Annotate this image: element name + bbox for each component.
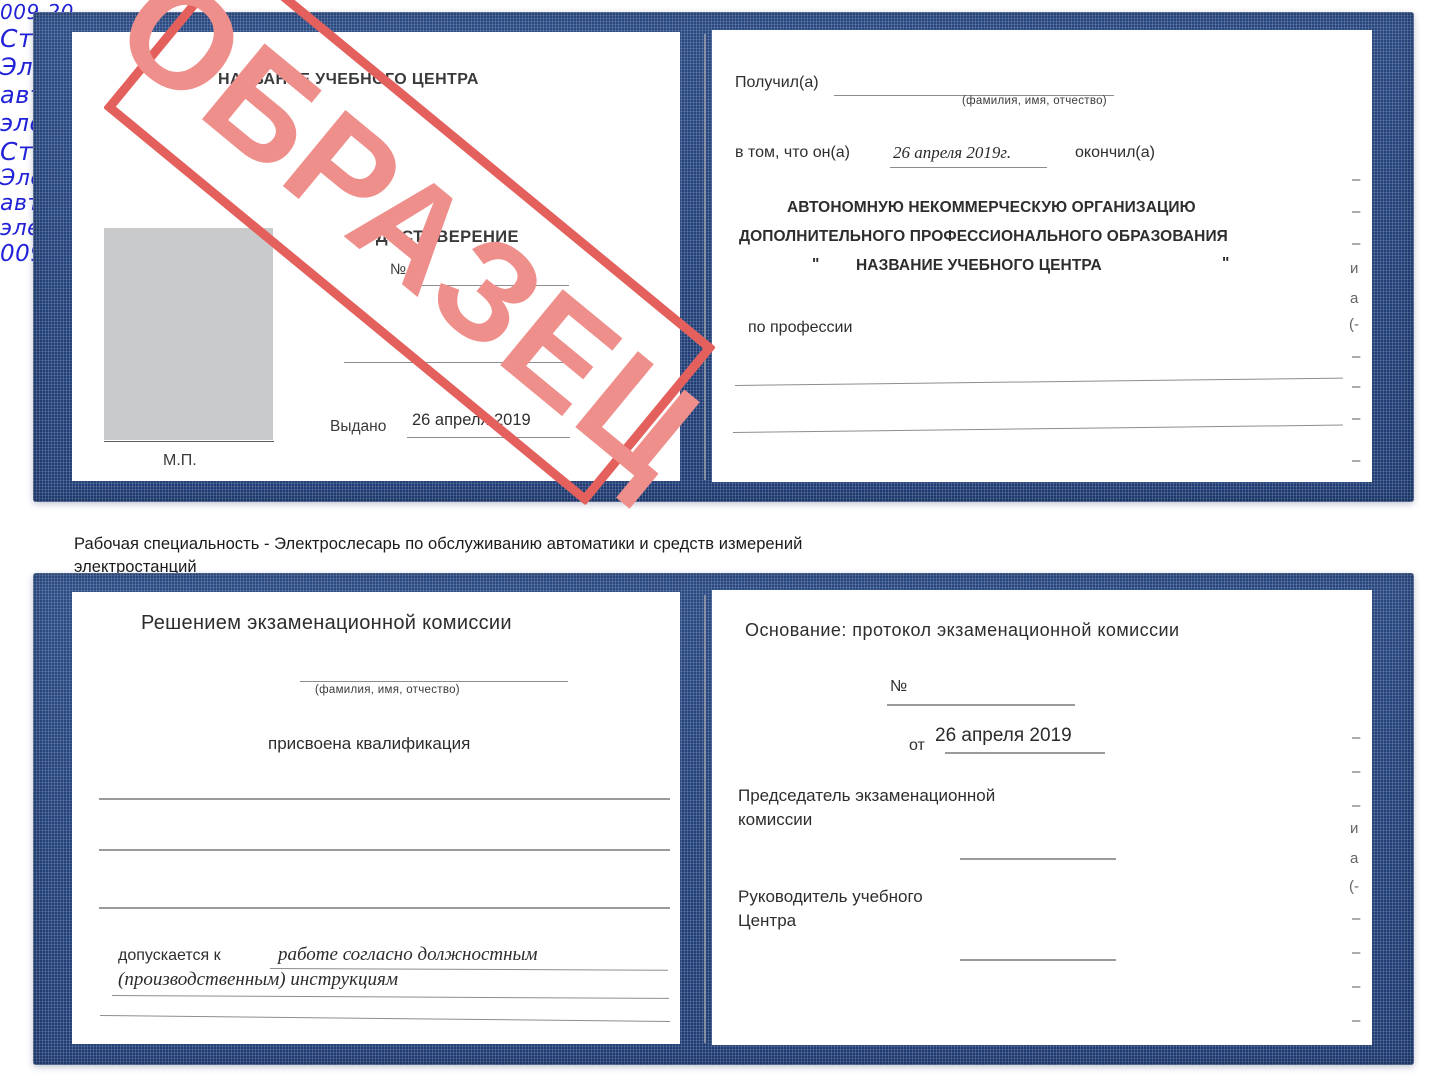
top-margin-mark-1: – <box>1352 171 1361 188</box>
top-margin-mark-8: – <box>1352 378 1361 395</box>
bottom-margin-mark-9: – <box>1352 978 1361 995</box>
top-margin-mark-5: а <box>1350 290 1359 307</box>
bottom-left-qual-rule2 <box>99 849 670 851</box>
bottom-right-chairman-line2: комиссии <box>738 810 813 829</box>
bottom-right-chairman-line1: Председатель экзаменационной <box>738 786 996 805</box>
bottom-left-allowed-label: допускается к <box>118 947 221 964</box>
top-right-inthat-value: 26 апреля 2019г. <box>893 143 1012 162</box>
bottom-right-head-line1: Руководитель учебного <box>738 887 923 906</box>
top-margin-mark-4: и <box>1350 260 1359 277</box>
bottom-left-qual-rule3 <box>99 907 670 909</box>
bottom-margin-mark-5: а <box>1350 850 1359 867</box>
top-left-issued-value: 26 апреля 2019 <box>412 411 531 429</box>
bottom-margin-mark-4: и <box>1350 820 1359 837</box>
bottom-left-qualification-label: присвоена квалификация <box>268 734 471 753</box>
bottom-left-name-rule <box>300 681 568 682</box>
bottom-margin-mark-1: – <box>1352 729 1361 746</box>
bottom-margin-mark-2: – <box>1352 763 1361 780</box>
top-right-received-label: Получил(а) <box>735 74 819 91</box>
top-margin-mark-2: – <box>1352 203 1361 220</box>
bottom-left-allowed-value-1: работе согласно должностным <box>278 944 538 965</box>
bottom-right-head-line2: Центра <box>738 911 797 930</box>
bottom-left-fio-hint: (фамилия, имя, отчество) <box>315 684 460 696</box>
bottom-right-date-rule <box>945 752 1105 754</box>
top-left-issued-label: Выдано <box>330 418 387 435</box>
certificate-top-spine <box>704 34 706 480</box>
bottom-right-date-value: 26 апреля 2019 <box>935 725 1072 746</box>
top-margin-mark-3: – <box>1352 235 1361 252</box>
top-left-doc-type: УДОСТОВЕРЕНИЕ <box>366 228 519 246</box>
bottom-right-chairman-sign-rule <box>960 858 1116 860</box>
top-left-org-title: НАЗВАНИЕ УЧЕБНОГО ЦЕНТРА <box>218 71 479 88</box>
top-margin-mark-6: (- <box>1349 316 1359 333</box>
top-margin-mark-9: – <box>1352 410 1361 427</box>
top-right-org-line1: АВТОНОМНУЮ НЕКОММЕРЧЕСКУЮ ОРГАНИЗАЦИЮ <box>787 199 1196 216</box>
bottom-margin-mark-3: – <box>1352 797 1361 814</box>
top-left-number-label: № <box>390 261 407 278</box>
top-right-org-quote-open: " <box>812 256 820 273</box>
top-right-org-line2: ДОПОЛНИТЕЛЬНОГО ПРОФЕССИОНАЛЬНОГО ОБРАЗО… <box>739 228 1228 245</box>
top-margin-mark-10: – <box>1352 452 1361 469</box>
bottom-margin-mark-10: – <box>1352 1012 1361 1029</box>
bottom-margin-mark-6: (- <box>1349 878 1359 895</box>
bottom-margin-mark-8: – <box>1352 944 1361 961</box>
top-right-fio-hint: (фамилия, имя, отчество) <box>962 95 1107 107</box>
top-right-org-quote-close: " <box>1222 255 1230 272</box>
top-left-number-rule <box>404 285 569 286</box>
top-right-inthat-label: в том, что он(а) <box>735 144 850 161</box>
certificate-bottom-spine <box>704 595 706 1043</box>
top-left-blank-rule <box>344 362 570 363</box>
caption-line-1: Рабочая специальность - Электрослесарь п… <box>74 535 803 553</box>
bottom-left-qual-rule1 <box>99 798 670 800</box>
bottom-right-number-rule <box>887 704 1075 706</box>
bottom-right-head-sign-rule <box>960 959 1116 961</box>
top-left-seal-label: М.П. <box>163 452 197 469</box>
photo-placeholder <box>104 228 273 440</box>
photo-baseline-rule <box>104 441 274 442</box>
bottom-left-allowed-value-2: (производственным) инструкциям <box>118 969 398 990</box>
top-right-org-line3: НАЗВАНИЕ УЧЕБНОГО ЦЕНТРА <box>856 257 1102 274</box>
bottom-left-decision-title: Решением экзаменационной комиссии <box>141 612 512 634</box>
bottom-right-date-label: от <box>909 737 925 754</box>
bottom-right-number-label: № <box>890 678 908 695</box>
top-right-finished-label: окончил(а) <box>1075 144 1155 161</box>
top-left-issued-rule <box>407 437 570 438</box>
bottom-margin-mark-7: – <box>1352 910 1361 927</box>
top-right-inthat-rule <box>890 167 1047 168</box>
top-right-profession-label: по профессии <box>748 319 853 336</box>
top-margin-mark-7: – <box>1352 348 1361 365</box>
bottom-right-basis-label: Основание: протокол экзаменационной коми… <box>745 620 1180 640</box>
screenshot-root: НАЗВАНИЕ УЧЕБНОГО ЦЕНТРА УДОСТОВЕРЕНИЕ №… <box>0 0 1448 1085</box>
